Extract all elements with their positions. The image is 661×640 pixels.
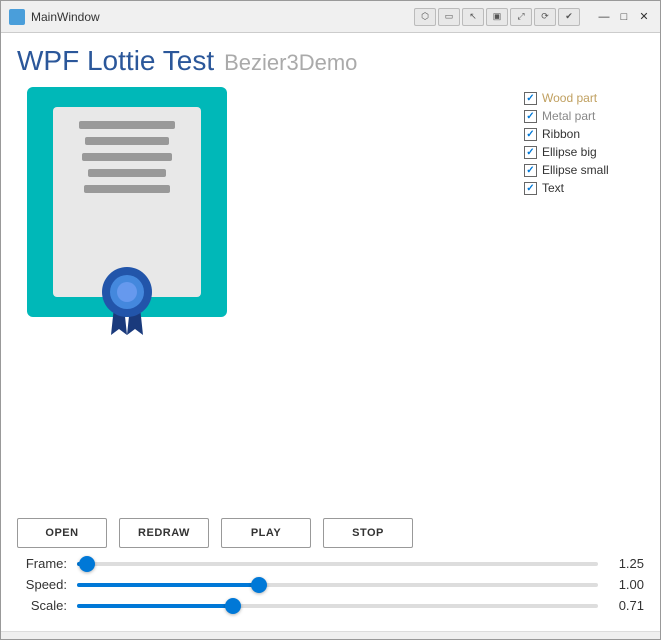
toolbar-btn-5[interactable]: ⤢ — [510, 8, 532, 26]
cert-line-1 — [79, 121, 175, 129]
legend-label-wood: Wood part — [542, 91, 597, 105]
scale-slider-row: Scale: 0.71 — [17, 598, 644, 613]
maximize-button[interactable]: □ — [616, 9, 632, 25]
cert-line-3 — [82, 153, 172, 161]
checkbox-ellipse-big[interactable] — [524, 146, 537, 159]
scale-value: 0.71 — [608, 598, 644, 613]
cert-line-4 — [88, 169, 166, 177]
legend-label-metal: Metal part — [542, 109, 595, 123]
redraw-button[interactable]: REDRAW — [119, 518, 209, 548]
speed-slider-thumb[interactable] — [251, 577, 267, 593]
checkbox-ellipse-small[interactable] — [524, 164, 537, 177]
legend: Wood part Metal part Ribbon Ellipse big … — [524, 87, 644, 498]
open-button[interactable]: OPEN — [17, 518, 107, 548]
legend-label-ellipse-big: Ellipse big — [542, 145, 597, 159]
legend-item-metal: Metal part — [524, 109, 644, 123]
toolbar-btn-2[interactable]: ▭ — [438, 8, 460, 26]
frame-slider-row: Frame: 1.25 — [17, 556, 644, 571]
toolbar-btn-6[interactable]: ⟳ — [534, 8, 556, 26]
speed-value: 1.00 — [608, 577, 644, 592]
stop-button[interactable]: STOP — [323, 518, 413, 548]
window-controls: — □ ✕ — [596, 9, 652, 25]
legend-item-ribbon: Ribbon — [524, 127, 644, 141]
cert-background — [27, 87, 227, 317]
frame-slider-track[interactable] — [77, 562, 598, 566]
speed-slider-track[interactable] — [77, 583, 598, 587]
window-title: MainWindow — [31, 10, 414, 24]
close-button[interactable]: ✕ — [636, 9, 652, 25]
scale-label: Scale: — [17, 598, 67, 613]
cert-paper — [53, 107, 201, 297]
app-title-main: WPF Lottie Test — [17, 45, 214, 77]
app-title-bar: WPF Lottie Test Bezier3Demo — [17, 45, 644, 77]
toolbar-btn-7[interactable]: ✔ — [558, 8, 580, 26]
cert-seal — [102, 267, 152, 317]
checkbox-text[interactable] — [524, 182, 537, 195]
legend-item-ellipse-small: Ellipse small — [524, 163, 644, 177]
title-bar: MainWindow ⬡ ▭ ↖ ▣ ⤢ ⟳ ✔ — □ ✕ — [1, 1, 660, 33]
legend-item-text: Text — [524, 181, 644, 195]
canvas-area — [17, 87, 512, 498]
seal-outer — [102, 267, 152, 317]
play-button[interactable]: PLAY — [221, 518, 311, 548]
seal-inner — [110, 275, 144, 309]
toolbar-btn-4[interactable]: ▣ — [486, 8, 508, 26]
frame-slider-thumb[interactable] — [79, 556, 95, 572]
cert-line-2 — [85, 137, 169, 145]
toolbar-btn-1[interactable]: ⬡ — [414, 8, 436, 26]
toolbar: ⬡ ▭ ↖ ▣ ⤢ ⟳ ✔ — [414, 8, 580, 26]
main-window: MainWindow ⬡ ▭ ↖ ▣ ⤢ ⟳ ✔ — □ ✕ WPF Lotti… — [0, 0, 661, 640]
speed-slider-row: Speed: 1.00 — [17, 577, 644, 592]
legend-label-ribbon: Ribbon — [542, 127, 580, 141]
app-icon — [9, 9, 25, 25]
toolbar-btn-3[interactable]: ↖ — [462, 8, 484, 26]
frame-value: 1.25 — [608, 556, 644, 571]
checkbox-wood[interactable] — [524, 92, 537, 105]
scale-slider-track[interactable] — [77, 604, 598, 608]
scale-slider-fill — [77, 604, 233, 608]
checkbox-ribbon[interactable] — [524, 128, 537, 141]
legend-label-text: Text — [542, 181, 564, 195]
content-area: WPF Lottie Test Bezier3Demo — [1, 33, 660, 631]
action-buttons: OPEN REDRAW PLAY STOP — [17, 518, 644, 548]
legend-label-ellipse-small: Ellipse small — [542, 163, 609, 177]
seal-center — [117, 282, 137, 302]
main-area: Wood part Metal part Ribbon Ellipse big … — [17, 87, 644, 498]
scale-slider-thumb[interactable] — [225, 598, 241, 614]
legend-item-ellipse-big: Ellipse big — [524, 145, 644, 159]
app-title-sub: Bezier3Demo — [224, 50, 357, 76]
status-bar — [1, 631, 660, 639]
checkbox-metal[interactable] — [524, 110, 537, 123]
speed-slider-fill — [77, 583, 259, 587]
frame-label: Frame: — [17, 556, 67, 571]
cert-line-5 — [84, 185, 170, 193]
legend-item-wood: Wood part — [524, 91, 644, 105]
certificate-animation — [27, 87, 227, 337]
speed-label: Speed: — [17, 577, 67, 592]
minimize-button[interactable]: — — [596, 9, 612, 25]
